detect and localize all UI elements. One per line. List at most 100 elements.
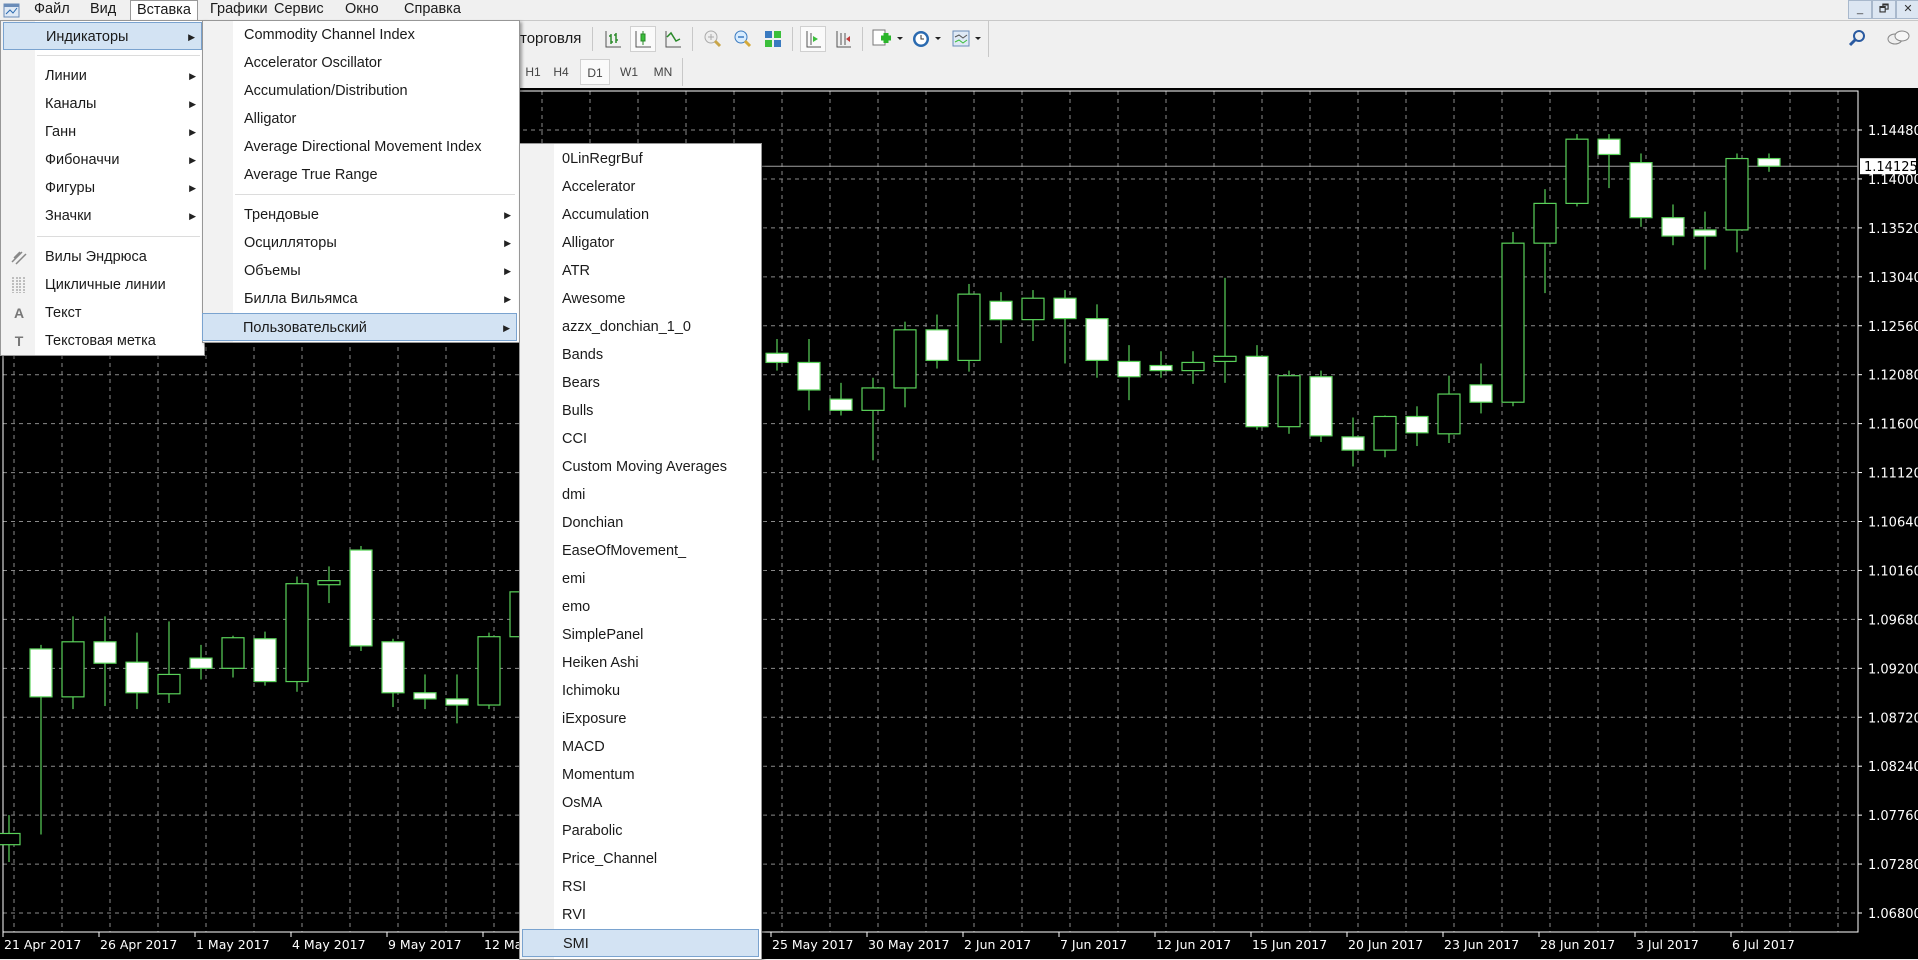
menu-item-channels[interactable]: Каналы ▶: [3, 90, 202, 118]
custom-indicator-label: Bands: [562, 347, 604, 363]
custom-indicator-label: RVI: [562, 907, 586, 923]
timeframe-d1[interactable]: D1: [580, 59, 610, 85]
menu-tools[interactable]: Сервис: [268, 0, 330, 20]
submenu-arrow-icon: ▶: [189, 127, 196, 137]
custom-indicator-item[interactable]: SMI: [522, 929, 759, 957]
submenu-arrow-icon: ▶: [504, 210, 511, 220]
custom-indicator-item[interactable]: EaseOfMovement_: [522, 537, 759, 565]
price-axis-label: 1.10160: [1868, 564, 1918, 579]
price-axis-label: 1.10640: [1868, 516, 1918, 531]
menu-charts[interactable]: Графики: [204, 0, 274, 20]
auto-scroll-icon[interactable]: [800, 26, 826, 52]
price-axis-label: 1.09200: [1868, 662, 1918, 677]
custom-indicator-item[interactable]: MACD: [522, 733, 759, 761]
tile-windows-icon[interactable]: [760, 26, 786, 52]
templates-icon[interactable]: [950, 26, 986, 52]
menu-item-cycle-lines[interactable]: Цикличные линии: [3, 271, 202, 299]
menu-item-adx[interactable]: Average Directional Movement Index: [205, 133, 517, 161]
menu-item-arrows[interactable]: Значки ▶: [3, 202, 202, 230]
custom-indicator-item[interactable]: RVI: [522, 901, 759, 929]
menu-item-accelerator-oscillator[interactable]: Accelerator Oscillator: [205, 49, 517, 77]
custom-indicator-item[interactable]: azzx_donchian_1_0: [522, 313, 759, 341]
menu-item-shapes[interactable]: Фигуры ▶: [3, 174, 202, 202]
menu-item-custom[interactable]: Пользовательский ▶: [202, 313, 517, 341]
custom-indicator-item[interactable]: Donchian: [522, 509, 759, 537]
menu-item-alligator[interactable]: Alligator: [205, 105, 517, 133]
search-icon[interactable]: [1845, 26, 1871, 52]
timeframe-h4[interactable]: H4: [546, 59, 576, 85]
autotrading-button-label[interactable]: торговля: [520, 30, 581, 47]
menu-item-fibonacci[interactable]: Фибоначчи ▶: [3, 146, 202, 174]
menu-window[interactable]: Окно: [339, 0, 385, 20]
custom-indicator-item[interactable]: Ichimoku: [522, 677, 759, 705]
custom-indicator-item[interactable]: Awesome: [522, 285, 759, 313]
custom-indicator-item[interactable]: Custom Moving Averages: [522, 453, 759, 481]
custom-indicator-item[interactable]: Bands: [522, 341, 759, 369]
custom-indicator-item[interactable]: Bears: [522, 369, 759, 397]
custom-indicator-item[interactable]: CCI: [522, 425, 759, 453]
candlestick-icon[interactable]: [630, 26, 656, 52]
time-axis-label: 6 Jul 2017: [1732, 937, 1795, 952]
menu-item-indicators[interactable]: Индикаторы ▶: [3, 22, 202, 50]
menu-item-andrews-pitchfork[interactable]: Вилы Эндрюса: [3, 243, 202, 271]
custom-indicator-item[interactable]: ATR: [522, 257, 759, 285]
periods-clock-icon[interactable]: [910, 26, 946, 52]
custom-indicator-item[interactable]: Accumulation: [522, 201, 759, 229]
custom-indicator-item[interactable]: Accelerator: [522, 173, 759, 201]
custom-indicator-item[interactable]: Bulls: [522, 397, 759, 425]
timeframe-mn[interactable]: MN: [648, 59, 678, 85]
menu-item-atr[interactable]: Average True Range: [205, 161, 517, 189]
submenu-arrow-icon: ▶: [503, 323, 510, 333]
custom-indicator-item[interactable]: Momentum: [522, 761, 759, 789]
menu-item-text-label[interactable]: T Текстовая метка: [3, 327, 202, 355]
app-icon[interactable]: [3, 1, 21, 18]
menu-view[interactable]: Вид: [84, 0, 122, 20]
menu-item-accumulation-distribution[interactable]: Accumulation/Distribution: [205, 77, 517, 105]
custom-indicator-item[interactable]: Parabolic: [522, 817, 759, 845]
menu-item-volumes[interactable]: Объемы ▶: [205, 257, 517, 285]
bar-chart-icon[interactable]: [600, 26, 626, 52]
custom-indicator-label: MACD: [562, 739, 605, 755]
menu-insert[interactable]: Вставка: [130, 0, 198, 21]
custom-indicator-item[interactable]: dmi: [522, 481, 759, 509]
custom-indicator-item[interactable]: emi: [522, 565, 759, 593]
menu-item-gann[interactable]: Ганн ▶: [3, 118, 202, 146]
chart-shift-icon[interactable]: [830, 26, 856, 52]
menu-file[interactable]: Файл: [28, 0, 76, 20]
time-axis-label: 23 Jun 2017: [1444, 937, 1519, 952]
submenu-arrow-icon: ▶: [189, 71, 196, 81]
menu-item-cci[interactable]: Commodity Channel Index: [205, 21, 517, 49]
custom-indicator-item[interactable]: emo: [522, 593, 759, 621]
time-axis-label: 15 Jun 2017: [1252, 937, 1327, 952]
time-axis-label: 4 May 2017: [292, 937, 366, 952]
line-chart-icon[interactable]: [660, 26, 686, 52]
timeframe-h1[interactable]: H1: [518, 59, 548, 85]
menu-item-text[interactable]: A Текст: [3, 299, 202, 327]
indicators-add-icon[interactable]: [870, 26, 906, 52]
custom-indicator-item[interactable]: SimplePanel: [522, 621, 759, 649]
custom-indicator-label: Parabolic: [562, 823, 623, 839]
chat-icon[interactable]: [1885, 26, 1911, 52]
candle-body-bear: [829, 398, 853, 411]
custom-indicator-item[interactable]: OsMA: [522, 789, 759, 817]
menu-item-oscillators[interactable]: Осцилляторы ▶: [205, 229, 517, 257]
restore-button[interactable]: 🗗: [1872, 0, 1896, 19]
custom-indicator-item[interactable]: Price_Channel: [522, 845, 759, 873]
menu-item-lines[interactable]: Линии ▶: [3, 62, 202, 90]
close-button[interactable]: ✕: [1896, 0, 1918, 19]
menu-help[interactable]: Справка: [398, 0, 467, 20]
custom-indicator-item[interactable]: iExposure: [522, 705, 759, 733]
zoom-out-icon[interactable]: [730, 26, 756, 52]
minimize-button[interactable]: _: [1848, 0, 1872, 19]
time-axis-label: 9 May 2017: [388, 937, 462, 952]
custom-indicator-item[interactable]: RSI: [522, 873, 759, 901]
timeframe-w1[interactable]: W1: [614, 59, 644, 85]
price-axis-label: 1.11600: [1868, 418, 1918, 433]
custom-indicator-item[interactable]: 0LinRegrBuf: [522, 145, 759, 173]
custom-indicator-item[interactable]: Heiken Ashi: [522, 649, 759, 677]
menu-item-trend[interactable]: Трендовые ▶: [205, 201, 517, 229]
zoom-in-icon[interactable]: [700, 26, 726, 52]
candle-body-bull: [1565, 138, 1589, 205]
menu-item-bill-williams[interactable]: Билла Вильямса ▶: [205, 285, 517, 313]
custom-indicator-item[interactable]: Alligator: [522, 229, 759, 257]
